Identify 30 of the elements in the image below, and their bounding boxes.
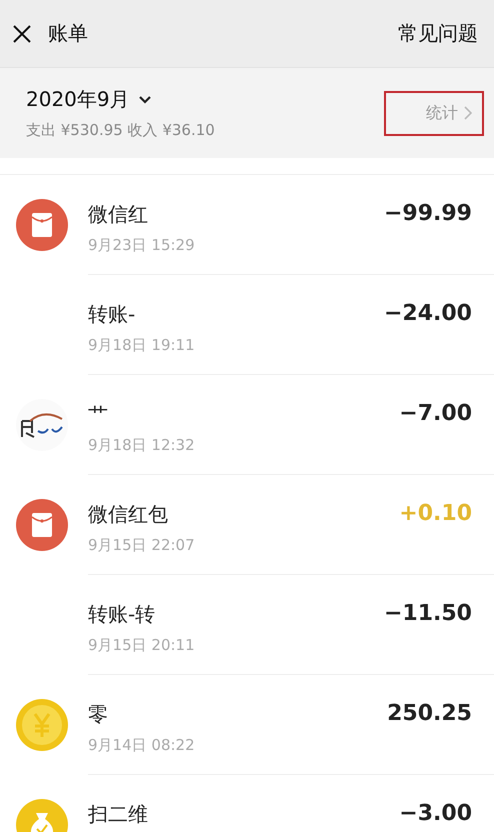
transaction-title: 转账- [88,301,136,328]
monthly-totals: 支出 ¥530.95 收入 ¥36.10 [26,121,216,140]
transaction-amount: +0.10 [399,501,472,526]
faq-link[interactable]: 常见问题 [398,20,478,47]
transaction-title: 微信红 [88,201,149,228]
month-selector[interactable]: 2020年9月 [26,86,130,113]
transaction-title: 艹 [88,401,109,428]
transaction-time: 9月23日 15:29 [88,236,196,255]
transaction-time: 9月18日 12:32 [88,436,196,455]
envelope-icon [16,199,68,251]
transaction-time: 9月18日 19:11 [88,336,196,355]
close-icon[interactable] [12,24,32,44]
transaction-title: 扫二维 [88,801,149,828]
envelope-icon [16,499,68,551]
transaction-amount: −3.00 [399,801,472,826]
transaction-title: 微信红包 [88,501,169,528]
transaction-time: 9月15日 20:11 [88,636,196,655]
transaction-title: 零 [88,701,109,728]
transaction-time: 9月14日 08:22 [88,736,196,755]
transaction-amount: −11.50 [384,601,472,626]
transaction-amount: −24.00 [384,301,472,326]
transaction-amount: 250.25 [387,701,472,726]
transaction-time: 9月15日 22:07 [88,536,196,555]
chevron-down-icon[interactable] [138,94,152,104]
chevron-right-icon [464,106,472,120]
transaction-title: 转账-转 [88,601,156,628]
transaction-amount: −99.99 [384,201,472,226]
transaction-amount: −7.00 [399,401,472,426]
yuan-coin-icon [16,699,68,751]
page-title: 账单 [48,20,89,47]
